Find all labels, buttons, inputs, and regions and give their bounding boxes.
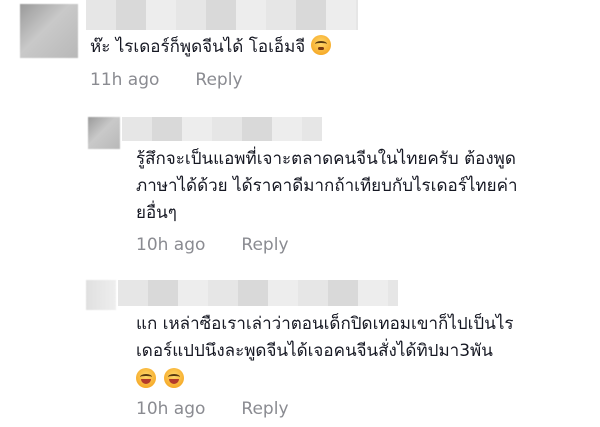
avatar[interactable] <box>86 280 116 310</box>
avatar[interactable] <box>88 117 120 149</box>
flushed-face-icon <box>310 35 331 55</box>
comment-meta: 11h ago Reply <box>90 70 243 90</box>
avatar[interactable] <box>20 4 78 58</box>
comment-emojis <box>136 367 514 394</box>
timestamp: 10h ago <box>136 235 206 255</box>
comment-text: แก เหล่าซือเราเล่าว่าตอนเด็กปิดเทอมเขาก็… <box>136 311 514 394</box>
comment-line: รู้สึกจะเป็นแอพที่เจาะตลาดคนจีนในไทยครับ… <box>136 149 516 169</box>
comment-line: ยอื่นๆ <box>136 203 177 223</box>
comment-line: แก เหล่าซือเราเล่าว่าตอนเด็กปิดเทอมเขาก็… <box>136 314 514 334</box>
reply-button[interactable]: Reply <box>241 399 288 419</box>
comment-text: ห๊ะ ไรเดอร์ก็พูดจีนได้ โอเอ็มจี <box>90 34 334 61</box>
reply-button[interactable]: Reply <box>241 235 288 255</box>
comment-line: เดอร์แปปนึงละพูดจีนได้เจอคนจีนสั่งได้ทิป… <box>136 341 493 361</box>
timestamp: 11h ago <box>90 70 160 90</box>
comment-text: รู้สึกจะเป็นแอพที่เจาะตลาดคนจีนในไทยครับ… <box>136 146 518 227</box>
username[interactable] <box>86 0 358 30</box>
comment-meta: 10h ago Reply <box>136 235 289 255</box>
laughing-face-icon <box>164 368 185 388</box>
username[interactable] <box>118 280 398 306</box>
timestamp: 10h ago <box>136 399 206 419</box>
comment-line: ภาษาได้ด้วย ได้ราคาดีมากถ้าเทียบกับไรเดอ… <box>136 176 518 196</box>
laughing-face-icon <box>136 368 156 388</box>
username[interactable] <box>122 117 322 141</box>
reply-button[interactable]: Reply <box>195 70 242 90</box>
comment-meta: 10h ago Reply <box>136 399 289 419</box>
